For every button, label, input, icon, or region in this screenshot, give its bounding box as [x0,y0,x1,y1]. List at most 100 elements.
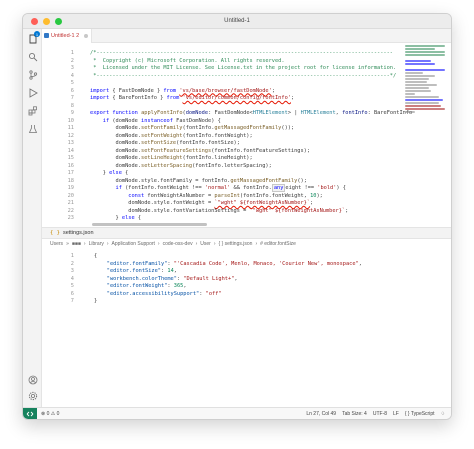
breadcrumb-item[interactable]: » [66,241,69,247]
breadcrumb-item[interactable]: code-oss-dev [163,241,193,247]
code-line[interactable]: domNode.style.fontWeight = `"wght" ${fon… [90,200,395,208]
source-control-icon[interactable] [27,69,38,80]
code-line[interactable]: domNode.style.fontVariationSettings = `"… [90,208,395,216]
code-token: ; [290,95,295,101]
settings-line[interactable]: } [94,298,362,306]
settings-line[interactable]: "editor.fontWeight": 365, [94,283,362,291]
minimap-line [405,81,427,83]
code-line[interactable]: if (fontInfo.fontWeight !== 'normal' && … [90,184,395,193]
code-token: setFontSize [141,140,177,146]
breadcrumb-item[interactable]: Library [89,241,104,247]
minimap[interactable] [405,45,447,135]
breadcrumb-item[interactable]: Application Support [112,241,155,247]
minimap-line [405,102,439,104]
tab-untitled-1[interactable]: Untitled-1 2 [42,29,92,43]
code-token: getMassagedFontFamily [230,177,298,184]
code-token: from [166,95,180,101]
extensions-icon[interactable] [27,105,38,116]
breadcrumb-item[interactable]: › [255,241,257,247]
settings-line-gutter: 1234567 [42,253,76,306]
code-token: ; [345,207,349,214]
language-mode[interactable]: { } TypeScript [405,411,435,417]
code-line[interactable]: domNode.setLineHeight(fontInfo.lineHeigh… [90,155,395,163]
breadcrumb-item[interactable]: { } settings.json [219,241,253,247]
code-line[interactable]: export function applyFontInfo(domNode: F… [90,110,412,118]
code-token: domNode. [90,162,142,169]
minimap-line [405,51,445,53]
remote-indicator[interactable] [23,407,37,419]
code-line[interactable]: * Copyright (c) Microsoft Corporation. A… [90,58,395,66]
code-area[interactable]: /*--------------------------------------… [90,50,412,227]
code-line[interactable]: domNode.setFontWeight(fontInfo.fontWeigh… [90,133,395,141]
unsaved-dot-icon[interactable] [84,34,89,38]
code-token: "editor.fontFamily" [106,260,168,267]
settings-line[interactable]: "workbench.colorTheme": "Default Light+"… [94,276,362,284]
code-line[interactable]: domNode.setFontSize(fontInfo.fontSize); [90,140,395,148]
code-token: (domNode [109,117,142,124]
run-debug-icon[interactable] [27,87,38,98]
code-editor[interactable]: 1 2 3 4 5 6 7 8 9 10 11 12 13 14 15 16 17 18 19 20 21 22 23 /*… [42,43,451,227]
breadcrumb-item[interactable]: › [84,241,86,247]
code-line[interactable]: /*--------------------------------------… [90,50,395,58]
code-line[interactable]: import { FastDomNode } from 'vs/base/bro… [90,88,395,96]
code-token: { FastDomNode } [109,87,164,94]
code-line[interactable]: domNode.style.fontFamily = fontInfo.getM… [90,178,395,186]
code-token: 'vs/base/browser/fastDomNode' [179,87,272,94]
settings-line[interactable]: "editor.accessibilitySupport": "off" [94,291,362,299]
breadcrumb-item[interactable]: Users [50,241,63,247]
settings-line[interactable]: "editor.fontFamily": "'Cascadia Code', M… [94,261,362,269]
line-number: 8 [70,102,74,109]
code-line[interactable] [90,103,395,111]
search-icon[interactable] [27,51,38,62]
code-line[interactable]: domNode.setLetterSpacing(fontInfo.letter… [90,163,395,171]
breadcrumb-item[interactable]: ■■■ [72,241,81,247]
breadcrumb-item[interactable]: › [214,241,216,247]
code-token: 'normal' [204,185,231,191]
line-number: 23 [67,215,74,221]
code-line[interactable]: domNode.setFontFamily(fontInfo.getMassag… [90,125,395,133]
code-line[interactable]: import { BareFontInfo } from 'vs/editor/… [90,95,395,103]
code-line[interactable]: const fontWeightAsNumber = parseInt(font… [90,193,395,201]
breadcrumb-item[interactable]: › [158,241,160,247]
code-line[interactable]: domNode.setFontFeatureSettings(fontInfo.… [90,148,395,156]
minimap-line [405,72,423,74]
breadcrumb: Users» ■■■ › Library › Application Support › co… [42,239,451,249]
settings-line[interactable]: { [94,253,362,261]
breadcrumb-item[interactable]: # editor.fontSize [260,241,296,247]
encoding[interactable]: UTF-8 [373,411,387,417]
line-number: 5 [70,283,74,289]
gear-icon[interactable] [27,390,38,401]
tab-size[interactable]: Tab Size: 4 [342,411,367,417]
account-icon[interactable] [27,374,38,385]
horizontal-scrollbar[interactable] [92,223,207,226]
code-line[interactable]: * Licensed under the MIT License. See Li… [90,65,396,73]
code-line[interactable]: if (domNode instanceof FastDomNode) { [90,118,395,126]
code-line[interactable]: } else { [90,170,395,178]
breadcrumb-item[interactable]: › [196,241,198,247]
breadcrumb-item[interactable]: › [107,241,109,247]
bell-icon[interactable]: ♢ [441,411,445,417]
end-of-line[interactable]: LF [393,411,399,417]
tab-settings-json[interactable]: { } settings.json [42,228,451,239]
explorer-icon[interactable]: 1 [27,31,40,44]
line-number: 12 [67,132,74,139]
code-line[interactable]: } else { [90,215,395,223]
code-line[interactable]: *---------------------------------------… [90,73,396,81]
settings-line[interactable]: "editor.fontSize": 14, [94,268,362,276]
code-token: HTMLElement [252,110,288,116]
breadcrumb-item[interactable]: User [200,241,211,247]
testing-icon[interactable] [27,123,38,134]
code-line[interactable] [90,80,395,88]
problems-indicator[interactable]: ⊗ 0 ⚠ 0 [41,411,59,417]
code-token: ) { [336,185,346,191]
typescript-file-icon [44,33,49,38]
settings-code-area[interactable]: { "editor.fontFamily": "'Cascadia Code',… [94,253,362,306]
cursor-position[interactable]: Ln 27, Col 49 [306,411,336,417]
code-token: else [109,170,122,176]
title-bar: Untitled-1 [23,14,451,29]
code-token: getMassagedFontFamily [214,125,282,131]
code-token: domNode [185,110,209,116]
line-number: 7 [70,95,74,101]
